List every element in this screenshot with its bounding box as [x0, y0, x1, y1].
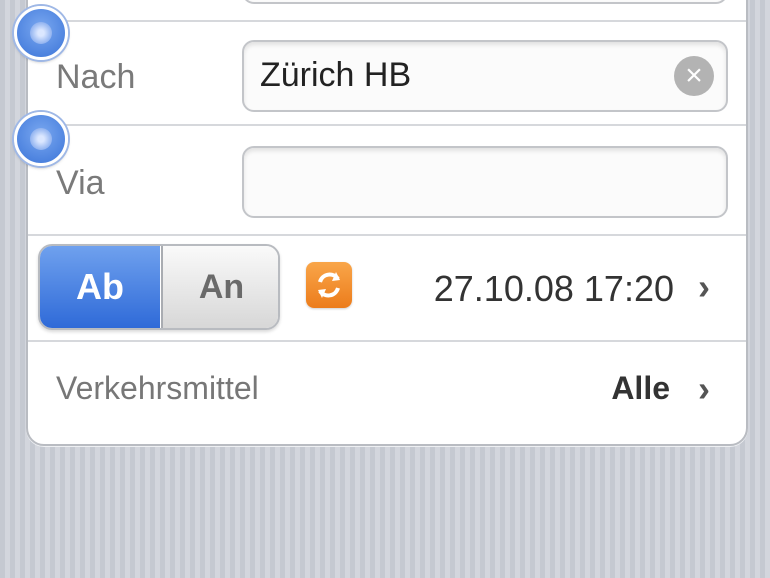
- transport-label: Verkehrsmittel: [56, 370, 259, 406]
- clear-icon[interactable]: ×: [674, 56, 714, 96]
- reorder-handle-center: [30, 22, 52, 44]
- departure-segment[interactable]: Ab: [40, 246, 160, 328]
- transport-value[interactable]: Alle: [568, 370, 670, 407]
- reorder-handle-icon[interactable]: [14, 112, 68, 166]
- from-field[interactable]: [242, 0, 728, 4]
- departure-datetime[interactable]: 27.10.08 17:20: [408, 268, 674, 310]
- row-divider: [28, 340, 746, 342]
- arrival-segment[interactable]: An: [161, 246, 278, 328]
- departure-arrival-segmented-control[interactable]: Ab An: [38, 244, 280, 330]
- row-divider: [28, 234, 746, 236]
- chevron-right-icon: ›: [698, 368, 710, 409]
- reorder-handle-center: [30, 128, 52, 150]
- swap-icon[interactable]: [306, 262, 352, 308]
- row-divider: [28, 124, 746, 126]
- to-field[interactable]: Zürich HB ×: [242, 40, 728, 112]
- trip-form-card: Nach Zürich HB × Via Ab An 27.10.08 17:2…: [26, 0, 748, 446]
- row-divider: [28, 20, 746, 22]
- via-label: Via: [56, 164, 105, 202]
- to-value: Zürich HB: [260, 56, 412, 94]
- reorder-handle-icon[interactable]: [14, 6, 68, 60]
- via-field[interactable]: [242, 146, 728, 218]
- swap-arrows-glyph: [318, 272, 340, 298]
- to-label: Nach: [56, 58, 136, 96]
- chevron-right-icon: ›: [698, 266, 710, 307]
